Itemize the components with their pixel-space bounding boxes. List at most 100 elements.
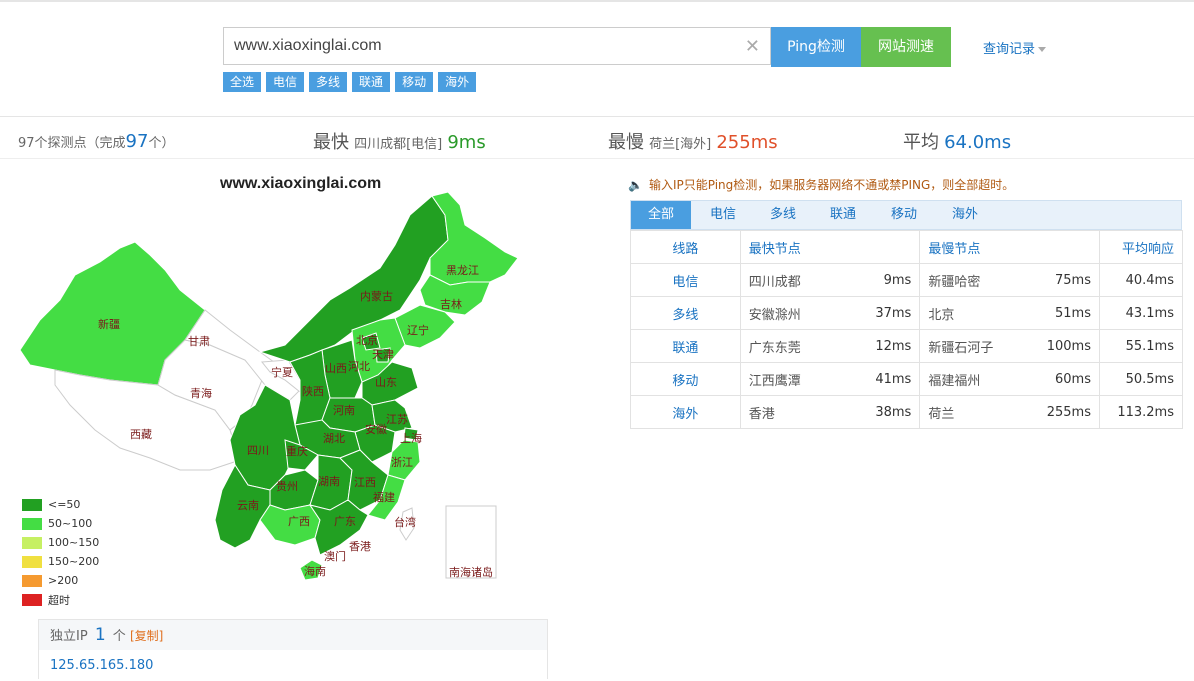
label-hongkong: 香港: [349, 540, 371, 553]
row-line[interactable]: 多线: [630, 296, 741, 330]
unique-ip-panel: 独立IP 1 个 [复制] 125.65.165.180: [38, 619, 548, 679]
header-average: 平均响应: [1098, 230, 1184, 264]
row-line[interactable]: 海外: [630, 395, 741, 429]
label-hainan: 海南: [304, 564, 326, 578]
average-ms: 64.0ms: [944, 132, 1012, 153]
slowest-stat: 最慢 荷兰[海外] 255ms: [608, 132, 778, 153]
filter-all[interactable]: 全选: [223, 72, 262, 92]
label-shanxi: 山西: [325, 362, 347, 375]
label-liaoning: 辽宁: [407, 323, 429, 337]
label-guizhou: 贵州: [276, 480, 298, 493]
top-border: [0, 0, 1194, 2]
slow-ms: 100ms: [1019, 329, 1100, 363]
divider: [0, 158, 1194, 159]
legend-swatch: [22, 574, 42, 587]
label-jiangxi: 江西: [354, 476, 376, 489]
table-row: 多线 安徽滁州 37ms 北京 51ms 43.1ms: [630, 296, 1184, 330]
close-icon[interactable]: ✕: [745, 36, 760, 57]
divider: [0, 116, 1194, 117]
table-header: 线路 最快节点 最慢节点 平均响应: [630, 230, 1184, 264]
avg-ms: 55.1ms: [1098, 329, 1184, 363]
filter-mobile[interactable]: 移动: [395, 72, 434, 92]
copy-button[interactable]: [复制]: [130, 629, 163, 643]
row-line[interactable]: 联通: [630, 329, 741, 363]
legend-item: >200: [22, 571, 99, 590]
label-gansu: 甘肃: [188, 335, 210, 348]
header-fastest: 最快节点: [739, 230, 921, 264]
fastest-ms: 9ms: [447, 132, 486, 153]
average-stat: 平均 64.0ms: [903, 132, 1012, 153]
notice-text: 🔈 输入IP只能Ping检测，如果服务器网络不通或禁PING，则全部超时。: [628, 178, 1015, 192]
label-shanghai: 上海: [400, 431, 422, 445]
slow-node: 新疆石河子: [919, 329, 1020, 363]
filter-unicom[interactable]: 联通: [352, 72, 391, 92]
fast-ms: 41ms: [839, 362, 921, 396]
slow-ms: 51ms: [1019, 296, 1100, 330]
tab-multiline[interactable]: 多线: [753, 201, 813, 229]
label-south-china-sea: 南海诸岛: [449, 565, 493, 579]
label-tianjin: 天津: [372, 348, 394, 361]
legend-item: 50~100: [22, 514, 99, 533]
fast-ms: 38ms: [839, 395, 921, 429]
slowest-ms: 255ms: [716, 132, 778, 153]
speed-test-button[interactable]: 网站测速: [861, 27, 951, 67]
avg-ms: 43.1ms: [1098, 296, 1184, 330]
label-shaanxi: 陕西: [302, 384, 324, 398]
label-yunnan: 云南: [237, 499, 259, 512]
label-henan: 河南: [333, 404, 355, 417]
fast-ms: 9ms: [839, 263, 921, 297]
label-hubei: 湖北: [323, 432, 345, 445]
label-jilin: 吉林: [440, 297, 462, 311]
legend-swatch: [22, 593, 42, 606]
line-filters: 全选 电信 多线 联通 移动 海外: [223, 72, 477, 92]
map-legend: <=50 50~100 100~150 150~200 >200 超时: [22, 495, 99, 609]
tab-mobile[interactable]: 移动: [874, 201, 934, 229]
search-input[interactable]: [224, 28, 744, 64]
table-row: 联通 广东东莞 12ms 新疆石河子 100ms 55.1ms: [630, 329, 1184, 363]
avg-ms: 113.2ms: [1098, 395, 1184, 429]
label-qinghai: 青海: [190, 386, 212, 400]
fast-ms: 37ms: [839, 296, 921, 330]
legend-item: 100~150: [22, 533, 99, 552]
tab-telecom[interactable]: 电信: [693, 201, 753, 229]
legend-swatch: [22, 536, 42, 549]
ip-address[interactable]: 125.65.165.180: [39, 650, 547, 681]
label-hebei: 河北: [348, 360, 370, 373]
label-shandong: 山东: [375, 376, 397, 389]
label-hunan: 湖南: [318, 475, 340, 488]
fastest-stat: 最快 四川成都[电信] 9ms: [313, 132, 486, 153]
label-ningxia: 宁夏: [271, 365, 293, 379]
row-line[interactable]: 移动: [630, 362, 741, 396]
table-row: 海外 香港 38ms 荷兰 255ms 113.2ms: [630, 395, 1184, 429]
probe-count: 97个探测点（完成97个）: [18, 131, 175, 152]
label-jiangsu: 江苏: [386, 413, 408, 426]
slow-node: 北京: [919, 296, 1020, 330]
header-line: 线路: [630, 230, 741, 264]
filter-overseas[interactable]: 海外: [438, 72, 477, 92]
row-line[interactable]: 电信: [630, 263, 741, 297]
legend-item: 150~200: [22, 552, 99, 571]
history-dropdown[interactable]: 查询记录: [983, 38, 1047, 57]
slow-ms: 255ms: [1019, 395, 1100, 429]
tab-unicom[interactable]: 联通: [813, 201, 873, 229]
legend-swatch: [22, 498, 42, 511]
search-box[interactable]: ✕: [223, 27, 771, 65]
unique-ip-count: 1: [94, 625, 106, 645]
label-xinjiang: 新疆: [98, 317, 120, 331]
tab-overseas[interactable]: 海外: [935, 201, 995, 229]
label-taiwan: 台湾: [394, 515, 416, 529]
tab-all[interactable]: 全部: [631, 201, 691, 229]
ping-button[interactable]: Ping检测: [771, 27, 861, 67]
stats-bar: 97个探测点（完成97个） 最快 四川成都[电信] 9ms 最慢 荷兰[海外] …: [0, 127, 1194, 153]
filter-multiline[interactable]: 多线: [309, 72, 348, 92]
filter-telecom[interactable]: 电信: [266, 72, 305, 92]
label-sichuan: 四川: [247, 444, 269, 457]
slow-node: 荷兰: [919, 395, 1020, 429]
slow-node: 福建福州: [919, 362, 1020, 396]
avg-ms: 40.4ms: [1098, 263, 1184, 297]
results-table: 线路 最快节点 最慢节点 平均响应 电信 四川成都 9ms 新疆哈密 75ms …: [630, 230, 1184, 429]
probe-done: 97: [125, 131, 149, 152]
label-beijing: 北京: [356, 333, 378, 347]
label-guangdong: 广东: [334, 515, 356, 528]
label-heilongjiang: 黑龙江: [446, 264, 479, 277]
